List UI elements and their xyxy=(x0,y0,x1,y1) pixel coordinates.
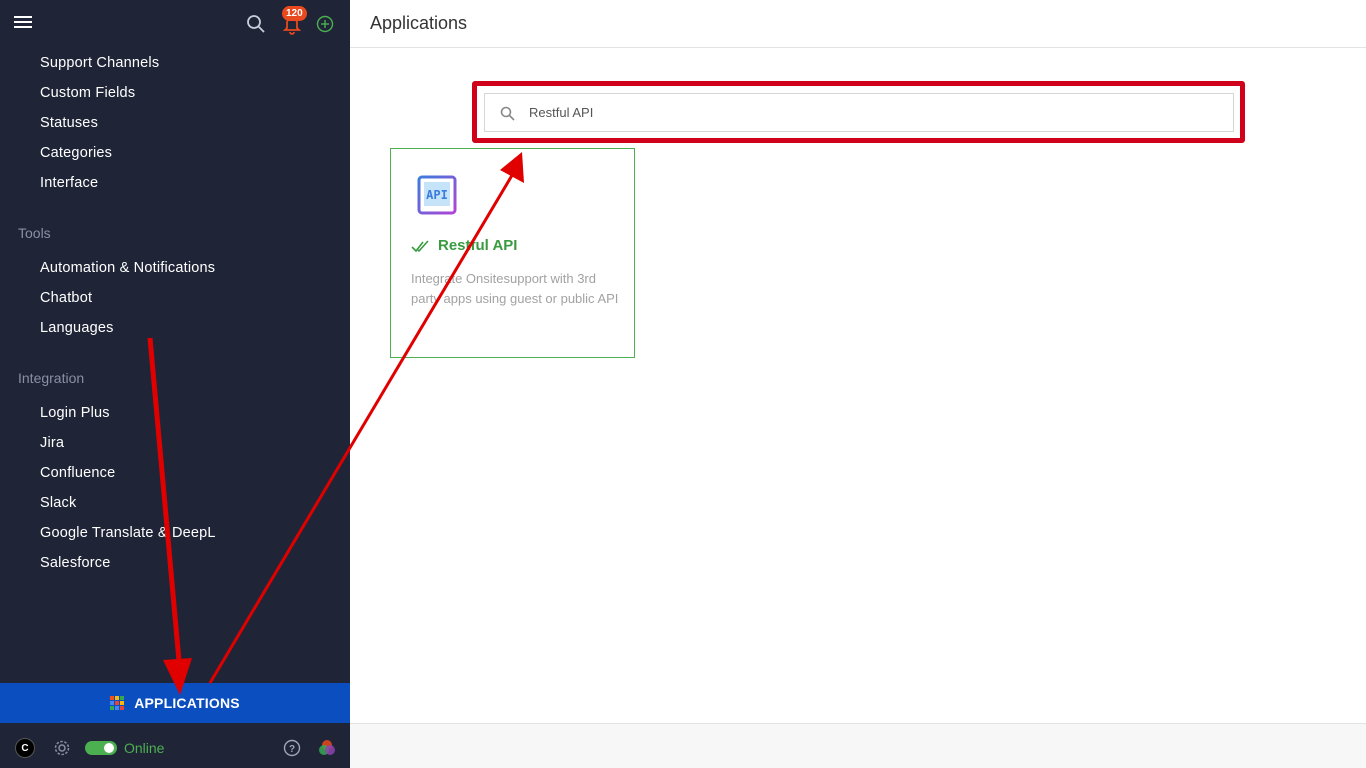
section-label-tools: Tools xyxy=(18,225,51,241)
main-footer xyxy=(350,723,1366,768)
page-title: Applications xyxy=(370,13,468,33)
main-header: Applications xyxy=(350,0,1366,48)
api-icon: API xyxy=(417,175,457,215)
sidebar-item-login-plus[interactable]: Login Plus xyxy=(40,405,110,421)
sidebar-item-jira[interactable]: Jira xyxy=(40,435,64,451)
menu-icon[interactable] xyxy=(14,16,32,30)
sidebar-item-confluence[interactable]: Confluence xyxy=(40,465,115,481)
app-card-restful-api[interactable]: API Restful API Integrate Onsitesupport … xyxy=(390,148,635,358)
sidebar-item-categories[interactable]: Categories xyxy=(40,145,112,161)
search-icon[interactable] xyxy=(246,14,266,34)
sidebar-item-automation[interactable]: Automation & Notifications xyxy=(40,260,215,276)
applications-button[interactable]: APPLICATIONS xyxy=(0,683,350,723)
apps-grid-icon xyxy=(110,696,125,710)
sidebar-item-statuses[interactable]: Statuses xyxy=(40,115,98,131)
applications-label: APPLICATIONS xyxy=(134,695,240,711)
sidebar-item-google-translate[interactable]: Google Translate & DeepL xyxy=(40,525,216,541)
search-input[interactable] xyxy=(529,94,1219,131)
app-title: Restful API xyxy=(438,237,518,254)
notification-badge: 120 xyxy=(282,6,307,21)
sidebar-item-languages[interactable]: Languages xyxy=(40,320,114,336)
section-label-integration: Integration xyxy=(18,370,85,386)
avatar[interactable]: C xyxy=(15,738,35,758)
sidebar-item-custom-fields[interactable]: Custom Fields xyxy=(40,85,135,101)
sidebar-item-slack[interactable]: Slack xyxy=(40,495,76,511)
status-label: Online xyxy=(124,740,165,756)
search-field[interactable] xyxy=(484,93,1234,132)
plus-circle-icon[interactable] xyxy=(315,14,335,34)
app-description: Integrate Onsitesupport with 3rd party a… xyxy=(411,271,619,306)
svg-text:API: API xyxy=(426,188,448,202)
gear-icon[interactable] xyxy=(53,739,71,757)
svg-text:?: ? xyxy=(289,744,295,755)
card-title-row: Restful API xyxy=(411,237,517,254)
sidebar-item-salesforce[interactable]: Salesforce xyxy=(40,555,111,571)
help-icon[interactable]: ? xyxy=(283,739,301,757)
sidebar-topbar: 120 xyxy=(0,0,350,48)
brand-icon[interactable] xyxy=(317,738,337,758)
sidebar: 120 Support Channels Custom Fields Statu… xyxy=(0,0,350,768)
online-toggle[interactable] xyxy=(85,741,117,755)
check-icon xyxy=(411,239,429,252)
sidebar-item-interface[interactable]: Interface xyxy=(40,175,98,191)
sidebar-item-support-channels[interactable]: Support Channels xyxy=(40,55,159,71)
sidebar-item-chatbot[interactable]: Chatbot xyxy=(40,290,92,306)
search-icon xyxy=(500,106,515,121)
